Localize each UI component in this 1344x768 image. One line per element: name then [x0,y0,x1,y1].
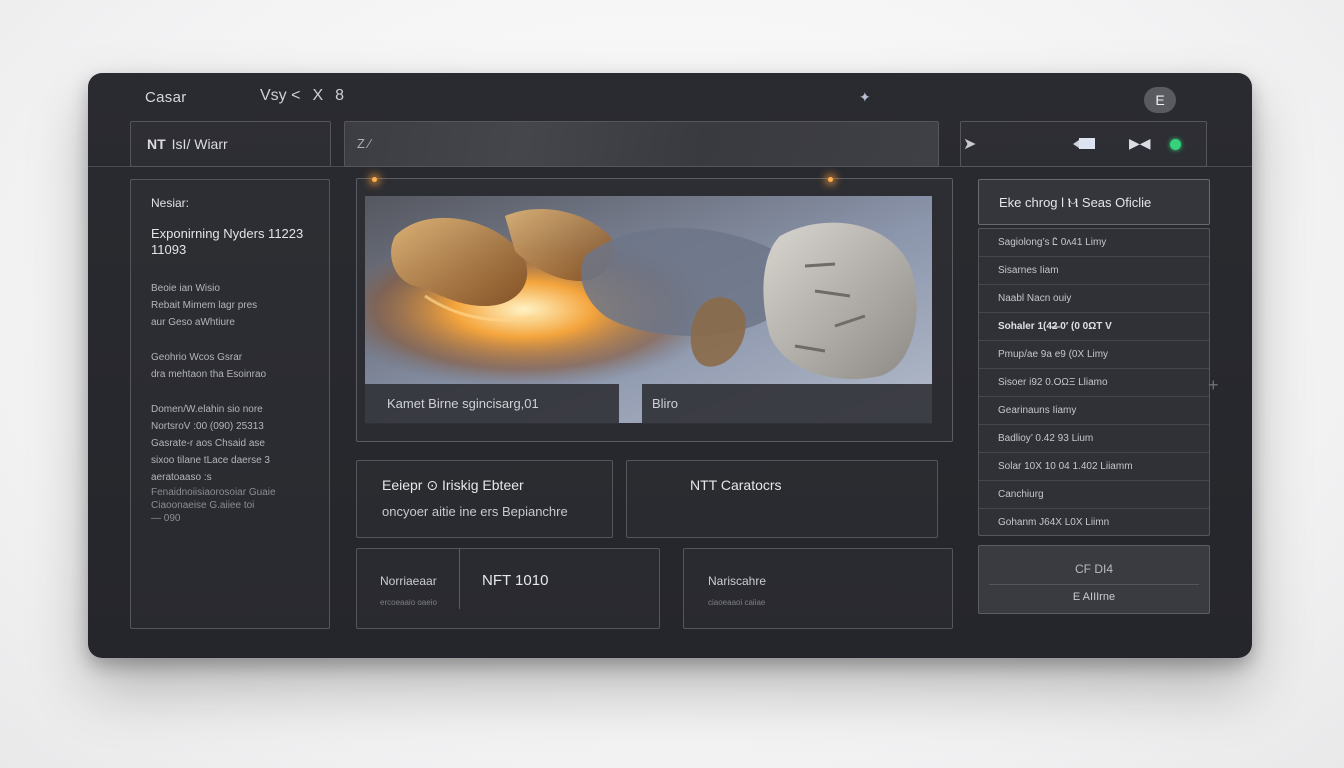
heading-line: Exponirning Nyders 11223 [151,226,304,241]
feature-card[interactable]: Eeiepr ⊙ Iriskig Ebteer oncyoer aitie in… [356,460,613,538]
right-panel-title: Eke chrog l Ⲙ Seas Oficlie [999,195,1152,210]
right-panel-header[interactable]: Eke chrog l Ⲙ Seas Oficlie [978,179,1210,225]
list-item-label: Gohanm J64X L0X Liimn [998,517,1110,528]
sparkle-icon: ✦ [859,89,871,105]
card-label: Nariscahre [708,574,767,588]
bowtie-icon[interactable]: ▶◀ [1129,135,1151,152]
info-block: Domen/W.elahin sio nore NortsroV :00 (09… [151,401,309,486]
list-item[interactable]: Sisoer i92 0.ΟΩΞ Lliamo [979,369,1209,397]
info-card[interactable]: Nariscahre ciaoeaaoi caiiae [683,548,953,629]
info-line: Domen/W.elahin sio nore [151,404,263,415]
info-line: aur Geso aWhtiure [151,317,235,328]
list-item-label: Naabl Nacn ouiy [998,293,1072,304]
heading-line: 11093 [151,242,187,257]
list-item[interactable]: Sisarnes Iiam [979,257,1209,285]
breadcrumb-prefix: NT [147,136,166,152]
app-window: Casar Vsy < X 8 ✦ E NT IsI/ Wiarr Z ⁄ ➤ ▶… [88,73,1252,658]
list-item[interactable]: Gohanm J64X L0X Liimn [979,509,1209,537]
top-icon-group: Vsy < X 8 [260,87,344,105]
stat-sublabel: ercoeaaio oaeio [380,598,437,607]
breadcrumb-text: IsI/ Wiarr [171,136,228,152]
info-line: dra mehtaon tha Esoinrao [151,369,267,380]
breadcrumb[interactable]: NT IsI/ Wiarr [130,121,331,167]
card-sublabel: ciaoeaaoi caiiae [708,598,766,607]
action-button-primary[interactable]: CF DI4 [979,562,1209,576]
list-item-label: Badlioy’ 0.42 93 Lium [998,433,1094,444]
list-item-label: Solar 10X 10 04 1.402 Liiamm [998,461,1133,472]
info-line: Rebait Mimem lagr pres [151,300,258,311]
avatar-label: E [1155,92,1165,108]
divider [459,549,460,609]
hero-caption-left: Kamet Birne sgincisarg,01 [365,384,619,424]
list-item-label: Sagiolong’s Ꮭ 0ᴧ41 Limy [998,237,1107,248]
left-info-panel: Nesiar: Exponirning Nyders 11223 11093 B… [130,179,330,629]
panel-title: Nesiar: [151,196,190,210]
info-block: Fenaidnoiisiaorosoiar Guaie Ciaoonaeise … [151,486,309,525]
list-item[interactable]: Badlioy’ 0.42 93 Lium [979,425,1209,453]
list-item-label: Gearinauns Iiamy [998,405,1077,416]
toggle-control-icon[interactable] [1073,137,1095,151]
info-line: Fenaidnoiisiaorosoiar Guaie [151,487,276,498]
menu-icon[interactable]: Vsy < [260,87,300,105]
list-item-label: Pmup/ae 9a e9 (0X Limy [998,349,1109,360]
info-line: aeratoaaso :s [151,472,212,483]
info-line: Ciaoonaeise G.aiiee toi [151,500,255,511]
list-item-label: Sisarnes Iiam [998,265,1059,276]
glow-icon [828,177,833,182]
search-input[interactable]: Z ⁄ [344,121,939,167]
hero-caption-right: Bliro [642,384,932,424]
chevron-right-icon[interactable]: ➤ [963,134,976,154]
list-item[interactable]: Sagiolong’s Ꮭ 0ᴧ41 Limy [979,229,1209,257]
card-title: NTT Caratocrs [690,477,782,493]
hero-panel: Kamet Birne sgincisarg,01 Bliro [356,177,953,442]
list-item[interactable]: Solar 10X 10 04 1.402 Liiamm [979,453,1209,481]
nft-stat-card[interactable]: Norriaeaar ercoeaaio oaeio NFT 1010 [356,548,660,629]
glow-icon [372,177,377,182]
divider [989,584,1199,585]
app-brand[interactable]: Casar [145,89,187,106]
card-subtitle: oncyoer aitie ine ers Bepianchre [382,504,568,519]
list-item[interactable]: Gearinauns Iiamy [979,397,1209,425]
info-line: Geohrio Wcos Gsrar [151,352,243,363]
info-block: Geohrio Wcos Gsrar dra mehtaon tha Esoin… [151,349,309,383]
list-item[interactable]: Naabl Nacn ouiy [979,285,1209,313]
list-item[interactable]: Pmup/ae 9a e9 (0X Limy [979,341,1209,369]
right-panel-actions: CF DI4 E AIIIrne [978,545,1210,614]
panel-heading: Exponirning Nyders 11223 11093 [151,226,309,258]
stat-value: NFT 1010 [482,572,549,589]
right-toolbar: ➤ ▶◀ [960,121,1207,167]
list-item-label: Sohaler 1(4̶2̶ 0′ (0 0ΩT V [998,321,1112,332]
search-text: Z ⁄ [357,136,371,151]
info-line: Gasrate-r aos Chsaid ase [151,438,265,449]
top-bar: Casar Vsy < X 8 ✦ E [88,73,1252,123]
close-icon[interactable]: X [312,87,323,105]
info-line: — 090 [151,513,181,524]
right-panel-list: Sagiolong’s Ꮭ 0ᴧ41 Limy Sisarnes Iiam Na… [978,228,1210,536]
list-item[interactable]: Canchiurg [979,481,1209,509]
status-online-icon [1170,139,1181,150]
list-item-label: Sisoer i92 0.ΟΩΞ Lliamo [998,377,1108,388]
creators-card[interactable]: NTT Caratocrs [626,460,938,538]
action-button-secondary[interactable]: E AIIIrne [979,591,1209,603]
info-line: sixoo tilane tLace daerse 3 [151,455,270,466]
stat-label: Norriaeaar [380,574,437,588]
card-title: Eeiepr ⊙ Iriskig Ebteer [382,477,524,493]
info-line: NortsroV :00 (090) 25313 [151,421,264,432]
list-item[interactable]: Sohaler 1(4̶2̶ 0′ (0 0ΩT V [979,313,1209,341]
avatar[interactable]: E [1144,87,1176,113]
info-block: Beoie ian Wisio Rebait Mimem lagr pres a… [151,280,309,331]
list-item-label: Canchiurg [998,489,1044,500]
info-line: Beoie ian Wisio [151,283,220,294]
link-icon[interactable]: 8 [335,87,344,105]
plus-icon: + [1208,375,1219,395]
